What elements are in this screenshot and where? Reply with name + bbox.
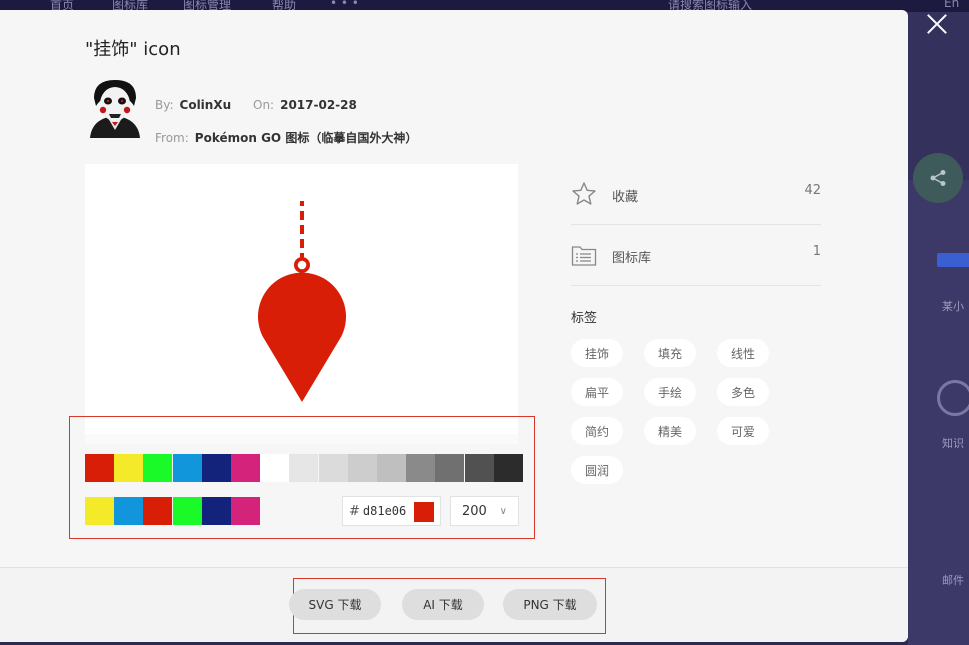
color-swatch[interactable]: [114, 497, 144, 525]
bg-nav-more: • • •: [330, 0, 359, 10]
color-swatch[interactable]: [201, 454, 231, 482]
color-swatch[interactable]: [85, 454, 114, 482]
color-swatch[interactable]: [143, 454, 173, 482]
bg-side-label-1: 某小: [942, 300, 964, 313]
hash-label: #: [349, 503, 360, 519]
color-preview-swatch: [414, 502, 434, 522]
tag-item[interactable]: 手绘: [644, 378, 697, 406]
clock-icon: [937, 380, 969, 416]
by-label: By:: [155, 98, 174, 112]
color-swatch[interactable]: [377, 454, 406, 482]
bg-side-label-2: 知识: [942, 437, 964, 450]
color-swatch[interactable]: [493, 454, 523, 482]
color-swatch[interactable]: [201, 497, 231, 525]
size-select[interactable]: 200 ∨: [450, 496, 519, 526]
ornament-icon: [258, 201, 346, 402]
bg-lang: En: [944, 0, 960, 10]
color-swatch[interactable]: [172, 454, 202, 482]
bg-side-chip: [937, 253, 969, 267]
meta-source-line: From: Pokémon GO 图标（临摹自国外大神）: [155, 129, 417, 146]
avatar[interactable]: [88, 78, 142, 138]
meta-author-line: By: ColinXu: [155, 98, 231, 112]
color-swatch[interactable]: [85, 497, 114, 525]
icon-detail-modal: "挂饰" icon By: ColinXu On: 2017-02-28 From:…: [0, 10, 908, 642]
tag-item[interactable]: 可爱: [717, 417, 770, 445]
page-title: "挂饰" icon: [85, 39, 181, 60]
meta-date-line: On: 2017-02-28: [253, 98, 357, 112]
icon-library-button[interactable]: 图标库 1: [571, 232, 821, 282]
hex-color-input[interactable]: # d81e06: [342, 496, 441, 526]
star-icon: [572, 182, 596, 205]
collect-count: 42: [804, 183, 821, 198]
color-swatch[interactable]: [172, 497, 202, 525]
folder-list-icon: [571, 246, 597, 266]
tag-item[interactable]: 圆润: [571, 456, 624, 484]
color-swatch[interactable]: [464, 454, 494, 482]
tag-item[interactable]: 线性: [717, 339, 770, 367]
divider: [571, 224, 821, 225]
color-swatch[interactable]: [231, 497, 260, 525]
tag-item[interactable]: 挂饰: [571, 339, 624, 367]
hex-value: d81e06: [362, 504, 407, 518]
chevron-down-icon: ∨: [499, 506, 507, 517]
tag-item[interactable]: 多色: [717, 378, 770, 406]
collect-label: 收藏: [612, 190, 639, 205]
color-swatch[interactable]: [260, 454, 290, 482]
tag-item[interactable]: 简约: [571, 417, 624, 445]
color-swatch[interactable]: [143, 497, 173, 525]
from-label: From:: [155, 131, 189, 145]
close-icon[interactable]: [924, 11, 950, 37]
svg-download-button[interactable]: SVG 下载: [289, 589, 381, 620]
color-swatch[interactable]: [435, 454, 465, 482]
ai-download-button[interactable]: AI 下载: [402, 589, 484, 620]
publish-date: 2017-02-28: [280, 98, 357, 112]
share-icon: [913, 153, 963, 203]
library-label: 图标库: [612, 251, 652, 266]
color-swatch[interactable]: [406, 454, 436, 482]
png-download-button[interactable]: PNG 下载: [503, 589, 597, 620]
author-link[interactable]: ColinXu: [180, 98, 232, 112]
color-swatch[interactable]: [289, 454, 319, 482]
color-swatch[interactable]: [318, 454, 348, 482]
tag-item[interactable]: 扁平: [571, 378, 624, 406]
collect-button[interactable]: 收藏 42: [571, 171, 821, 221]
tag-item[interactable]: 精美: [644, 417, 697, 445]
source-library-link[interactable]: Pokémon GO 图标（临摹自国外大神）: [195, 131, 418, 145]
color-swatch[interactable]: [114, 454, 144, 482]
color-swatch[interactable]: [231, 454, 260, 482]
divider: [571, 285, 821, 286]
tag-item[interactable]: 填充: [644, 339, 697, 367]
color-swatch[interactable]: [347, 454, 377, 482]
icon-preview: [85, 164, 518, 434]
tags-heading: 标签: [571, 311, 598, 326]
library-count: 1: [812, 244, 821, 259]
on-label: On:: [253, 98, 275, 112]
size-value: 200: [462, 503, 487, 519]
bg-side-label-3: 邮件: [942, 574, 964, 587]
